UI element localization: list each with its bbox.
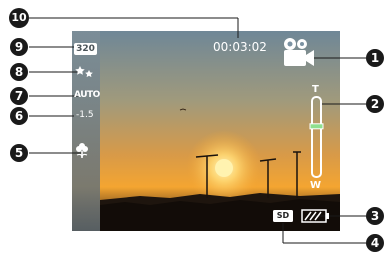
- callout-5: 5: [10, 144, 28, 162]
- callout-9: 9: [10, 38, 28, 56]
- callout-3: 3: [366, 207, 384, 225]
- recording-timer: 00:03:02: [213, 40, 267, 54]
- camera-lcd-diagram: 00:03:02 320 AUTO -1.5 T W SD 10 9 8 7 6…: [0, 0, 391, 254]
- zoom-tele-label: T: [312, 84, 319, 95]
- exposure-value: -1.5: [76, 110, 94, 120]
- callout-4: 4: [366, 234, 384, 252]
- callout-2: 2: [366, 95, 384, 113]
- callout-8: 8: [10, 63, 28, 81]
- left-osd-strip: [72, 31, 100, 231]
- sun: [215, 159, 233, 177]
- storage-badge: SD: [276, 211, 290, 220]
- callout-6: 6: [10, 107, 28, 125]
- resolution-badge: 320: [76, 44, 95, 54]
- callout-1: 1: [366, 49, 384, 67]
- zoom-wide-label: W: [310, 180, 322, 191]
- callout-10: 10: [9, 8, 29, 28]
- lcd-screen-art: [29, 17, 366, 244]
- callout-7: 7: [10, 87, 28, 105]
- zoom-level-marker: [309, 123, 324, 130]
- white-balance-label: AUTO: [74, 90, 100, 100]
